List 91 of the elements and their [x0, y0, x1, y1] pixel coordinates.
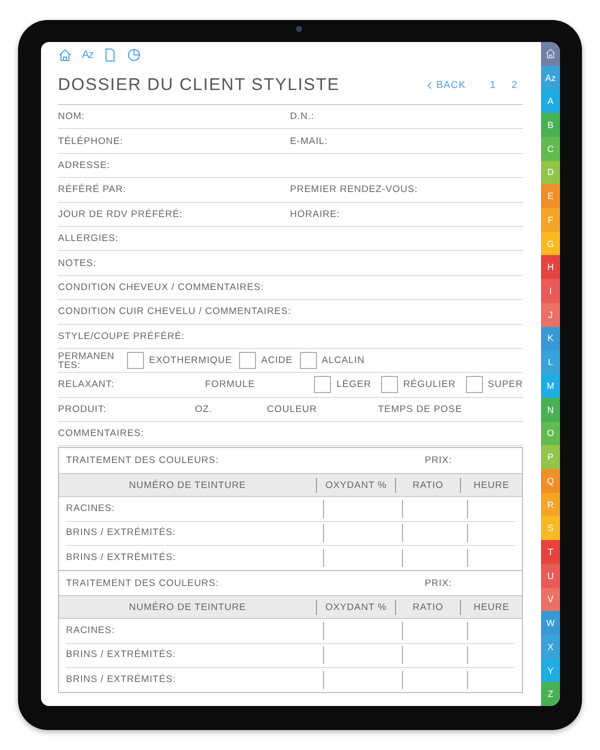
- index-tab[interactable]: U: [541, 564, 560, 588]
- index-tab[interactable]: M: [541, 374, 560, 398]
- home-tab[interactable]: [541, 42, 560, 66]
- field-label: ADRESSE:: [58, 160, 112, 171]
- field-label: COULEUR: [267, 404, 318, 415]
- field-label: NOTES:: [58, 258, 98, 269]
- field-label: FORMULE: [205, 379, 256, 390]
- index-tab[interactable]: X: [541, 634, 560, 659]
- checkbox[interactable]: [300, 352, 317, 370]
- index-tab[interactable]: Az: [541, 66, 560, 90]
- field-label: ALLERGIES:: [58, 233, 120, 244]
- field-label: E-MAIL:: [290, 136, 329, 147]
- index-tab[interactable]: Q: [541, 468, 560, 493]
- column-header: HEURE: [460, 600, 522, 614]
- price-label: PRIX:: [424, 455, 452, 466]
- field-label: TÉLÉPHONE:: [58, 136, 124, 147]
- checkbox[interactable]: [466, 376, 483, 394]
- index-tab[interactable]: D: [541, 160, 560, 184]
- row-label: BRINS / EXTRÉMITÉS:: [66, 526, 177, 540]
- checkbox[interactable]: [239, 352, 256, 370]
- field-label: CONDITION CUIR CHEVELU / COMMENTAIRES:: [58, 306, 292, 318]
- sort-icon[interactable]: Az: [82, 49, 93, 61]
- row-label: BRINS / EXTRÉMITÉS:: [66, 648, 177, 662]
- row-label: BRINS / EXTRÉMITÉS:: [66, 550, 177, 566]
- index-tab[interactable]: O: [541, 422, 560, 446]
- checkbox-label: SUPER: [488, 379, 523, 390]
- row-label: RACINES:: [66, 502, 116, 516]
- index-tab[interactable]: G: [541, 232, 560, 256]
- checkbox-label: EXOTHERMIQUE: [149, 355, 232, 366]
- column-header: HEURE: [460, 478, 522, 493]
- price-label: PRIX:: [424, 578, 452, 589]
- page-icon[interactable]: [102, 48, 117, 62]
- checkbox[interactable]: [127, 352, 144, 370]
- index-tab[interactable]: A: [541, 89, 560, 114]
- field-label: OZ.: [195, 404, 214, 415]
- index-tab[interactable]: T: [541, 540, 560, 564]
- index-tab[interactable]: J: [541, 302, 560, 327]
- index-tab[interactable]: I: [541, 279, 560, 303]
- row-label: BRINS / EXTRÉMITÉS:: [66, 672, 177, 688]
- index-tab[interactable]: N: [541, 398, 560, 422]
- field-label: PREMIER RENDEZ-VOUS:: [290, 184, 419, 196]
- checkbox-label: ALCALIN: [322, 355, 365, 366]
- checkbox[interactable]: [381, 376, 398, 394]
- index-tab[interactable]: F: [541, 208, 560, 232]
- field-label: JOUR DE RDV PRÉFÉRÉ:: [58, 208, 184, 220]
- index-tab[interactable]: V: [541, 588, 560, 612]
- column-header: NUMÉRO DE TEINTURE: [128, 478, 248, 493]
- index-tab[interactable]: S: [541, 516, 560, 540]
- column-header: RATIO: [395, 600, 460, 614]
- field-label: COMMENTAIRES:: [58, 428, 146, 440]
- row-label: RACINES:: [66, 624, 116, 638]
- page-link[interactable]: 1: [490, 80, 496, 90]
- page-title: DOSSIER DU CLIENT STYLISTE: [58, 75, 340, 95]
- page-link[interactable]: 2: [511, 80, 517, 90]
- section-label: TRAITEMENT DES COULEURS:: [66, 455, 219, 466]
- checkbox[interactable]: [314, 376, 332, 394]
- column-header: NUMÉRO DE TEINTURE: [128, 600, 248, 614]
- index-tab[interactable]: B: [541, 113, 560, 137]
- index-tab[interactable]: W: [541, 611, 560, 635]
- index-tab[interactable]: Z: [541, 682, 560, 706]
- index-tab[interactable]: E: [541, 184, 560, 208]
- index-tab[interactable]: L: [541, 350, 560, 374]
- section-label: TRAITEMENT DES COULEURS:: [66, 578, 219, 589]
- chevron-left-icon: [427, 80, 432, 90]
- index-tab[interactable]: R: [541, 492, 560, 516]
- index-tab[interactable]: Y: [541, 658, 560, 682]
- field-label: PERMANENTES:: [58, 352, 116, 370]
- index-tab[interactable]: P: [541, 445, 560, 469]
- column-header: RATIO: [395, 478, 460, 493]
- checkbox-label: RÉGULIER: [403, 379, 456, 390]
- index-tab[interactable]: K: [541, 326, 560, 350]
- field-label: CONDITION CHEVEUX / COMMENTAIRES:: [58, 282, 265, 293]
- index-tab[interactable]: H: [541, 255, 560, 280]
- field-label: PRODUIT:: [58, 404, 108, 415]
- field-label: NOM:: [58, 111, 86, 122]
- field-label: HORAIRE:: [290, 208, 341, 220]
- checkbox-label: LÉGER: [336, 379, 372, 390]
- field-label: D.N.:: [290, 111, 316, 122]
- field-label: STYLE/COUPE PRÉFÉRÉ:: [58, 330, 186, 342]
- pie-chart-icon[interactable]: [126, 48, 141, 62]
- field-label: RELAXANT:: [58, 379, 116, 390]
- camera-dot: [296, 26, 302, 32]
- field-label: RÉFÉRÉ PAR:: [58, 184, 128, 196]
- field-label: TEMPS DE POSE: [378, 404, 464, 415]
- back-link[interactable]: BACK: [427, 80, 466, 90]
- home-icon: [545, 48, 556, 60]
- index-tab[interactable]: C: [541, 136, 560, 161]
- column-header: OXYDANT %: [316, 600, 395, 614]
- checkbox-label: ACIDE: [261, 355, 293, 366]
- home-icon[interactable]: [58, 48, 72, 62]
- column-header: OXYDANT %: [316, 478, 395, 493]
